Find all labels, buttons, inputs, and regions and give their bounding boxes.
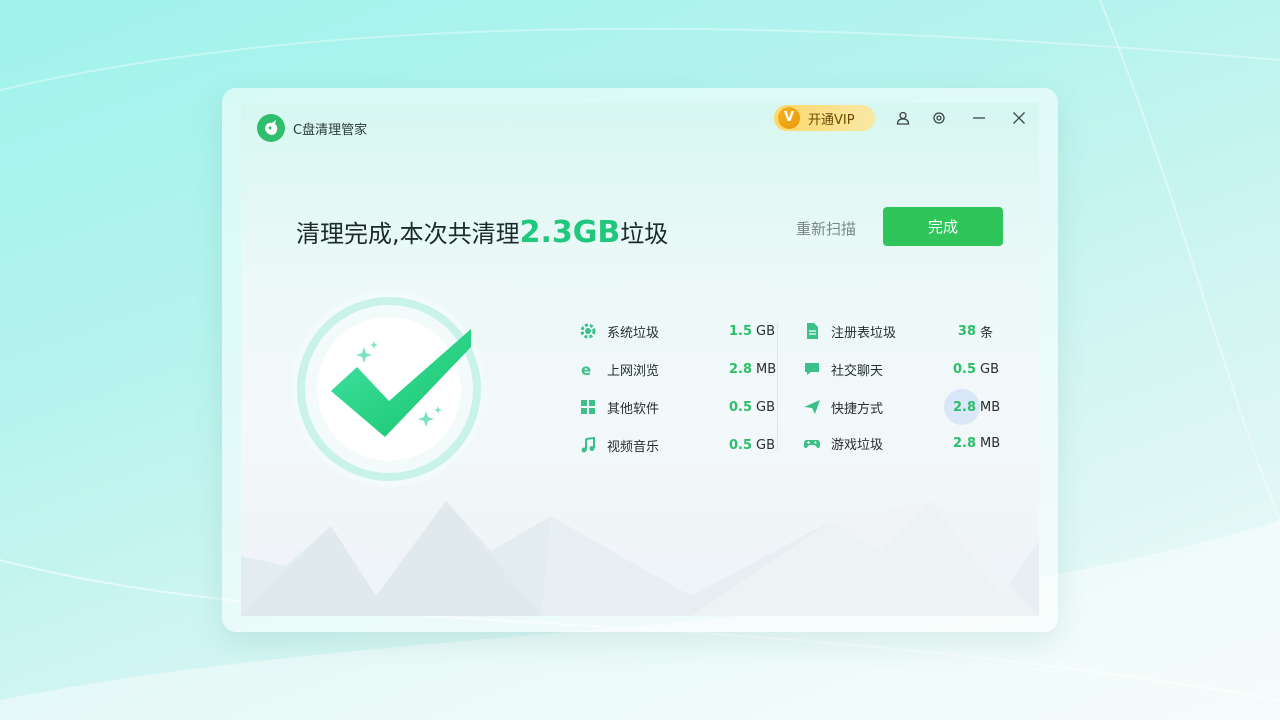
stat-unit: MB: [756, 361, 777, 377]
stat-value: 38: [957, 323, 976, 339]
stat-value: 0.5: [952, 361, 976, 377]
close-button[interactable]: [1006, 105, 1032, 131]
stat-system-junk: 系统垃圾 1.5 GB: [579, 321, 775, 341]
close-icon: [1013, 112, 1025, 124]
chat-icon: [805, 363, 819, 375]
stat-unit: GB: [756, 323, 775, 339]
app-window: C盘清理管家 V 开通VIP 清理完成,本次共清理2.3GB垃圾 重新扫描 完成…: [222, 88, 1058, 632]
stat-label: 上网浏览: [607, 363, 660, 379]
stat-browsing: e 上网浏览 2.8 MB: [579, 359, 776, 379]
stat-unit: GB: [756, 437, 775, 453]
apps-icon: [581, 400, 595, 414]
success-check-icon: [291, 291, 487, 487]
stat-unit: GB: [980, 361, 999, 377]
gamepad-icon: [803, 440, 821, 449]
mountain-decoration: [241, 501, 1039, 616]
stat-value: 2.8: [952, 399, 976, 415]
stat-unit: MB: [980, 399, 1001, 415]
stat-shortcuts: 快捷方式 2.8 MB: [803, 397, 1000, 417]
done-button[interactable]: 完成: [883, 207, 1003, 246]
stat-label: 游戏垃圾: [831, 437, 884, 453]
send-icon: [804, 400, 820, 414]
settings-icon: [933, 112, 945, 124]
stat-value: 2.8: [728, 361, 752, 377]
stat-unit: 条: [980, 325, 994, 341]
vip-badge-icon: V: [778, 107, 800, 129]
title-bar: C盘清理管家 V 开通VIP: [241, 103, 1039, 153]
browser-icon: e: [581, 361, 591, 378]
result-prefix: 清理完成,本次共清理: [296, 220, 520, 248]
stat-label: 社交聊天: [831, 363, 884, 379]
stat-game-junk: 游戏垃圾 2.8 MB: [803, 433, 1000, 453]
result-amount: 2.3GB: [519, 215, 621, 250]
gear-icon: [580, 323, 596, 339]
stat-label: 其他软件: [607, 401, 660, 417]
stat-other-software: 其他软件 0.5 GB: [579, 397, 775, 417]
minimize-icon: [973, 117, 985, 119]
open-vip-button[interactable]: V 开通VIP: [774, 105, 875, 131]
stat-unit: GB: [756, 399, 775, 415]
app-title: C盘清理管家: [293, 123, 368, 138]
result-suffix: 垃圾: [620, 220, 669, 248]
music-icon: [581, 436, 595, 453]
stat-value: 1.5: [728, 323, 752, 339]
vip-label: 开通VIP: [808, 112, 855, 128]
stat-label: 视频音乐: [607, 439, 660, 455]
stat-video-music: 视频音乐 0.5 GB: [579, 435, 775, 455]
minimize-button[interactable]: [966, 105, 992, 131]
svg-text:e: e: [581, 361, 591, 378]
user-button[interactable]: [890, 105, 916, 131]
app-logo-icon: [257, 114, 285, 142]
stat-value: 0.5: [728, 399, 752, 415]
result-headline: 清理完成,本次共清理2.3GB垃圾: [296, 214, 668, 250]
stat-label: 快捷方式: [831, 401, 884, 417]
rescan-link[interactable]: 重新扫描: [796, 218, 856, 239]
stat-value: 0.5: [728, 437, 752, 453]
settings-button[interactable]: [926, 105, 952, 131]
stat-label: 注册表垃圾: [831, 325, 897, 341]
stat-value: 2.8: [952, 435, 976, 451]
stat-social-chat: 社交聊天 0.5 GB: [803, 359, 999, 379]
stat-label: 系统垃圾: [607, 325, 660, 341]
stats-divider: [777, 323, 778, 451]
document-icon: [807, 323, 818, 339]
stat-unit: MB: [980, 435, 1001, 451]
user-icon: [896, 111, 910, 125]
main-panel: C盘清理管家 V 开通VIP 清理完成,本次共清理2.3GB垃圾 重新扫描 完成…: [241, 103, 1039, 616]
stat-registry-junk: 注册表垃圾 38 条: [803, 321, 993, 341]
